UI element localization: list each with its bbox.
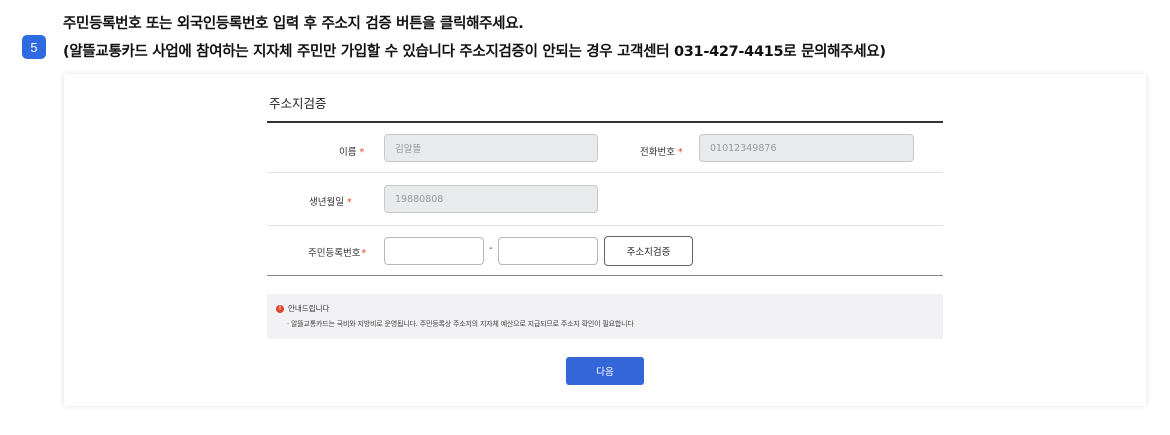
- required-mark: *: [677, 147, 683, 158]
- phone-label: 전화번호 *: [640, 147, 683, 158]
- birth-field: 19880808: [384, 185, 598, 213]
- rrn-front-input[interactable]: [384, 237, 484, 265]
- rrn-separator: -: [489, 243, 493, 254]
- instruction-line-2: (알뜰교통카드 사업에 참여하는 지자체 주민만 가입할 수 있습니다 주소지검…: [63, 44, 886, 60]
- notice-box: ! 안내드립니다 · 알뜰교통카드는 국비와 지방비로 운영됩니다. 주민등록상…: [267, 294, 943, 339]
- notice-title: 안내드립니다: [288, 304, 330, 313]
- name-label: 이름 *: [339, 147, 365, 158]
- address-verification-card: 주소지검증 이름 * 김알뜰 전화번호 * 01012349876 생년월일 * 19…: [64, 74, 1146, 406]
- rrn-label: 주민등록번호*: [308, 248, 367, 259]
- required-mark: *: [346, 197, 352, 208]
- required-mark: *: [361, 248, 367, 259]
- form-row-birth: 생년월일 * 19880808: [267, 173, 943, 226]
- birth-label: 생년월일 *: [309, 197, 352, 208]
- name-field: 김알뜰: [384, 134, 598, 162]
- instruction-line-1: 주민등록번호 또는 외국인등록번호 입력 후 주소지 검증 버튼을 클릭해주세요…: [63, 16, 524, 32]
- phone-field: 01012349876: [699, 134, 914, 162]
- notice-text: · 알뜰교통카드는 국비와 지방비로 운영됩니다. 주민등록상 주소지의 지자체…: [287, 320, 634, 328]
- form-title: 주소지검증: [269, 96, 327, 111]
- form-row-name-phone: 이름 * 김알뜰 전화번호 * 01012349876: [267, 123, 943, 173]
- form-row-rrn: 주민등록번호* - 주소지검증: [267, 226, 943, 276]
- notice-header: ! 안내드립니다: [276, 303, 329, 314]
- next-button[interactable]: 다음: [566, 357, 644, 385]
- warning-icon: !: [276, 304, 284, 313]
- rrn-back-input[interactable]: [498, 237, 598, 265]
- required-mark: *: [359, 147, 365, 158]
- address-verify-button[interactable]: 주소지검증: [604, 236, 693, 266]
- step-number-badge: 5: [22, 35, 46, 59]
